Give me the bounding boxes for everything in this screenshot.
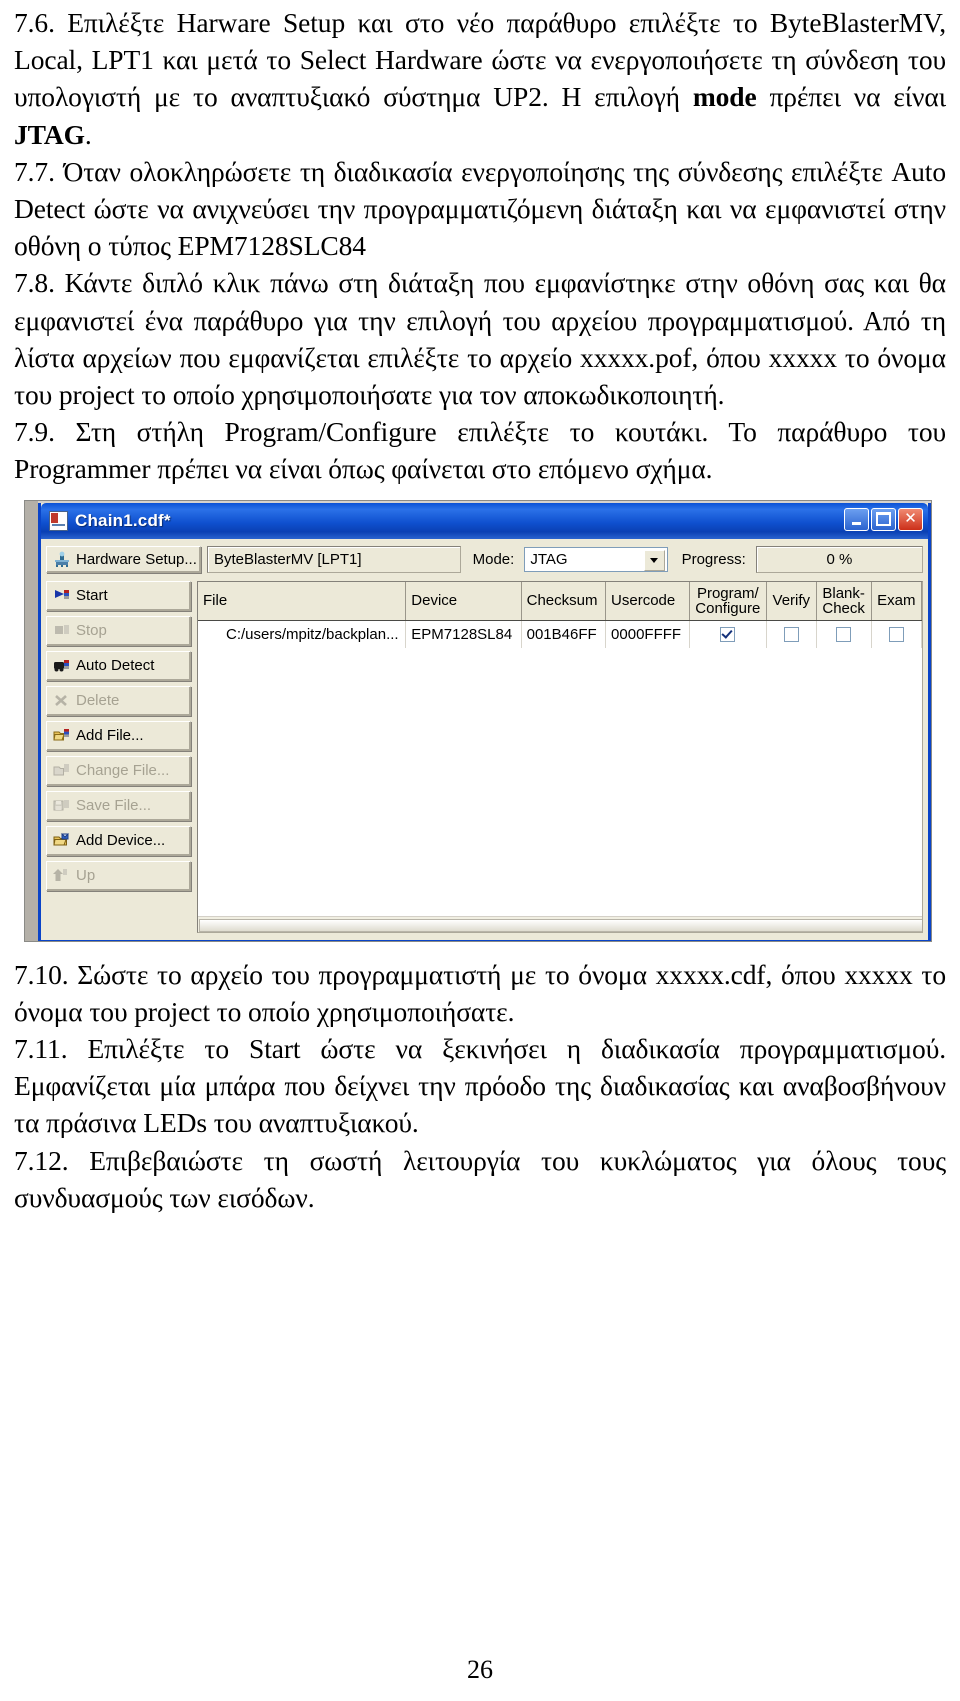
column-header-program-configure[interactable]: Program/ Configure bbox=[689, 581, 767, 621]
horizontal-scrollbar-thumb[interactable] bbox=[199, 918, 922, 932]
programmer-toolbar: Hardware Setup... ByteBlasterMV [LPT1] M… bbox=[46, 545, 923, 574]
cell-file[interactable]: C:/users/mpitz/backplan... bbox=[198, 620, 407, 648]
paragraph-7-6-part3: . bbox=[84, 118, 92, 150]
blank-check-checkbox[interactable] bbox=[836, 627, 852, 643]
stop-button[interactable]: Stop bbox=[46, 615, 191, 646]
add-file-button[interactable]: Add File... bbox=[46, 720, 191, 751]
programmer-main-area: Start Stop Auto Detect Delete Add File..… bbox=[46, 580, 923, 933]
column-header-usercode[interactable]: Usercode bbox=[605, 581, 690, 621]
document-icon bbox=[49, 510, 68, 531]
cell-examine[interactable] bbox=[871, 620, 922, 648]
start-button[interactable]: Start bbox=[46, 580, 191, 611]
delete-button[interactable]: Delete bbox=[46, 685, 191, 716]
cell-device[interactable]: EPM7128SL84 bbox=[405, 620, 522, 648]
mode-label: Mode: bbox=[472, 550, 515, 568]
cell-program-configure[interactable] bbox=[689, 620, 767, 648]
paragraph-7-7: 7.7. Όταν ολοκληρώσετε τη διαδικασία ενε… bbox=[14, 155, 946, 262]
desktop-background-strip bbox=[25, 500, 38, 941]
progress-bar: 0 % bbox=[755, 545, 923, 573]
start-label: Start bbox=[76, 587, 108, 605]
save-file-label: Save File... bbox=[76, 797, 152, 815]
add-file-label: Add File... bbox=[76, 727, 144, 745]
close-icon[interactable]: ✕ bbox=[898, 507, 923, 531]
chain-table-grid: File Device Checksum Usercode Program/ C… bbox=[198, 581, 922, 648]
window-controls: ✕ bbox=[844, 507, 923, 531]
cell-checksum[interactable]: 001B46FF bbox=[521, 620, 607, 648]
horizontal-scrollbar[interactable] bbox=[198, 915, 922, 932]
window-title: Chain1.cdf* bbox=[75, 510, 171, 530]
column-header-blank-check[interactable]: Blank- Check bbox=[816, 581, 872, 621]
chain-table[interactable]: File Device Checksum Usercode Program/ C… bbox=[197, 580, 923, 933]
paragraph-7-6-bold-mode: mode bbox=[692, 81, 757, 113]
start-flag-icon bbox=[53, 588, 71, 604]
paragraph-7-6-part2: πρέπει να είναι bbox=[756, 81, 947, 113]
verify-checkbox[interactable] bbox=[783, 627, 799, 643]
table-header-row: File Device Checksum Usercode Program/ C… bbox=[198, 581, 922, 621]
hardware-value-text: ByteBlasterMV [LPT1] bbox=[214, 550, 362, 568]
document-page: 7.6. Επιλέξτε Harware Setup και στο νέο … bbox=[0, 0, 960, 1701]
stop-icon bbox=[53, 623, 71, 639]
progress-label: Progress: bbox=[681, 550, 746, 568]
delete-label: Delete bbox=[76, 692, 120, 710]
programmer-window: Chain1.cdf* ✕ Hardware Setup... ByteBlas… bbox=[38, 502, 931, 941]
change-file-icon bbox=[53, 763, 71, 779]
add-file-folder-icon bbox=[53, 728, 71, 744]
paragraph-7-8: 7.8. Κάντε διπλό κλικ πάνω στη διάταξη π… bbox=[14, 267, 946, 411]
paragraph-7-11: 7.11. Επιλέξτε το Start ώστε να ξεκινήσε… bbox=[14, 1033, 946, 1139]
bottom-text-block: 7.10. Σώστε το αρχείο του προγραμματιστή… bbox=[14, 956, 946, 1216]
add-device-folder-icon bbox=[53, 833, 71, 849]
column-header-verify[interactable]: Verify bbox=[766, 581, 817, 621]
hardware-setup-icon bbox=[53, 551, 71, 568]
window-client-area: Hardware Setup... ByteBlasterMV [LPT1] M… bbox=[41, 538, 928, 940]
column-header-file[interactable]: File bbox=[198, 581, 407, 621]
add-device-button[interactable]: Add Device... bbox=[46, 825, 191, 856]
mode-select[interactable]: JTAG bbox=[524, 546, 668, 572]
auto-detect-label: Auto Detect bbox=[76, 657, 155, 675]
mode-value: JTAG bbox=[530, 550, 568, 568]
paragraph-7-6: 7.6. Επιλέξτε Harware Setup και στο νέο … bbox=[14, 4, 946, 153]
cell-usercode[interactable]: 0000FFFF bbox=[605, 620, 690, 648]
window-titlebar[interactable]: Chain1.cdf* ✕ bbox=[41, 502, 928, 539]
paragraph-7-12: 7.12. Επιβεβαιώστε τη σωστή λειτουργία τ… bbox=[14, 1144, 946, 1213]
column-header-examine[interactable]: Exam bbox=[871, 581, 922, 621]
column-header-device[interactable]: Device bbox=[405, 581, 522, 621]
up-label: Up bbox=[76, 867, 96, 885]
hardware-setup-button[interactable]: Hardware Setup... bbox=[46, 545, 201, 573]
change-file-label: Change File... bbox=[76, 762, 170, 780]
paragraph-7-9: 7.9. Στη στήλη Program/Configure επιλέξτ… bbox=[14, 416, 946, 485]
page-number: 26 bbox=[467, 1655, 493, 1684]
stop-label: Stop bbox=[76, 622, 107, 640]
delete-x-icon bbox=[53, 693, 71, 709]
auto-detect-button[interactable]: Auto Detect bbox=[46, 650, 191, 681]
save-file-button[interactable]: Save File... bbox=[46, 790, 191, 821]
program-configure-checkbox[interactable] bbox=[720, 627, 736, 643]
hardware-value-field: ByteBlasterMV [LPT1] bbox=[207, 545, 461, 573]
up-arrow-icon bbox=[53, 868, 71, 884]
paragraph-7-10: 7.10. Σώστε το αρχείο του προγραμματιστή… bbox=[14, 958, 946, 1027]
paragraph-7-6-bold-jtag: JTAG bbox=[14, 118, 85, 150]
change-file-button[interactable]: Change File... bbox=[46, 755, 191, 786]
add-device-label: Add Device... bbox=[76, 832, 166, 850]
hardware-setup-label: Hardware Setup... bbox=[76, 550, 197, 568]
cell-blank-check[interactable] bbox=[816, 620, 872, 648]
save-file-disk-icon bbox=[53, 798, 71, 814]
column-header-checksum[interactable]: Checksum bbox=[521, 581, 607, 621]
minimize-icon[interactable] bbox=[844, 507, 869, 531]
programmer-screenshot-figure: Chain1.cdf* ✕ Hardware Setup... ByteBlas… bbox=[24, 499, 934, 942]
cell-verify[interactable] bbox=[766, 620, 817, 648]
programmer-side-buttons: Start Stop Auto Detect Delete Add File..… bbox=[46, 580, 191, 933]
up-button[interactable]: Up bbox=[46, 860, 191, 891]
table-row[interactable]: C:/users/mpitz/backplan... EPM7128SL84 0… bbox=[198, 620, 922, 648]
examine-checkbox[interactable] bbox=[888, 627, 904, 643]
programmer-window-frame: Chain1.cdf* ✕ Hardware Setup... ByteBlas… bbox=[24, 499, 932, 942]
chevron-down-icon[interactable] bbox=[643, 549, 665, 571]
auto-detect-icon bbox=[53, 658, 71, 674]
progress-value: 0 % bbox=[826, 550, 853, 568]
maximize-icon[interactable] bbox=[871, 507, 896, 531]
